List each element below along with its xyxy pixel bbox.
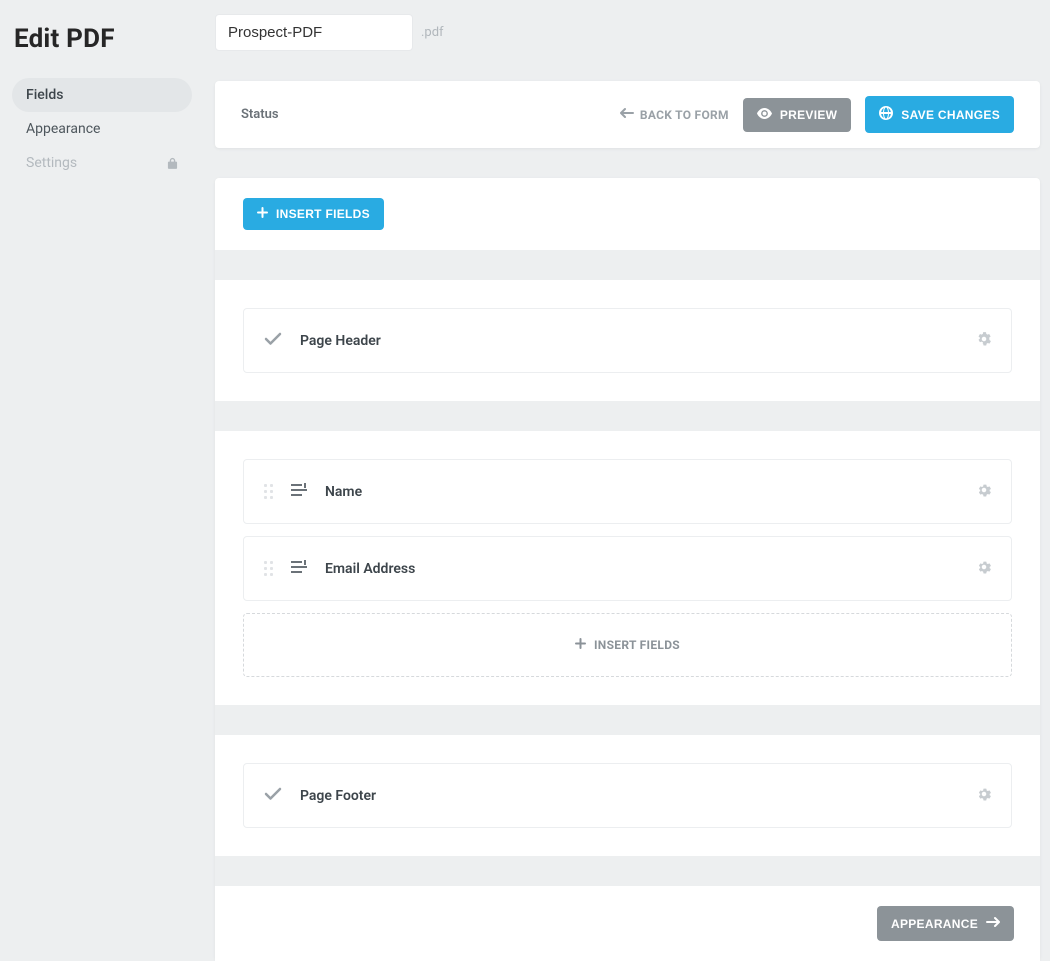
gear-icon[interactable] [977, 786, 991, 805]
insert-fields-top: INSERT FIELDS [215, 178, 1040, 250]
insert-fields-dropzone-label: INSERT FIELDS [594, 638, 680, 652]
back-to-form-link[interactable]: BACK TO FORM [620, 107, 729, 122]
insert-fields-label: INSERT FIELDS [276, 207, 370, 221]
drag-handle-icon[interactable] [264, 561, 273, 576]
page-header-label: Page Header [300, 333, 381, 349]
eye-icon [757, 108, 772, 122]
preview-button[interactable]: PREVIEW [743, 98, 851, 132]
insert-fields-dropzone[interactable]: INSERT FIELDS [243, 613, 1012, 677]
check-icon [264, 786, 282, 805]
sidebar: Edit PDF Fields Appearance Settings [0, 10, 198, 870]
arrow-right-icon [986, 916, 1000, 931]
field-row[interactable]: Email Address [243, 536, 1012, 601]
text-field-icon [291, 482, 307, 501]
back-to-form-label: BACK TO FORM [640, 108, 729, 122]
fields-editor: INSERT FIELDS Page Header [215, 178, 1040, 961]
sidebar-item-settings: Settings [12, 146, 192, 180]
save-changes-button[interactable]: SAVE CHANGES [865, 96, 1014, 133]
field-row[interactable]: Name [243, 459, 1012, 524]
gear-icon[interactable] [977, 482, 991, 501]
next-appearance-button[interactable]: APPEARANCE [877, 906, 1014, 941]
status-bar: Status BACK TO FORM PREVIEW [215, 81, 1040, 148]
field-list-section: Name Email Address [215, 431, 1040, 705]
sidebar-item-fields[interactable]: Fields [12, 78, 192, 112]
sidebar-item-label: Settings [26, 155, 77, 171]
field-label: Email Address [325, 561, 415, 577]
page-header-row[interactable]: Page Header [243, 308, 1012, 373]
page-title: Edit PDF [12, 24, 198, 72]
action-button-group: BACK TO FORM PREVIEW SAVE CHANGES [620, 96, 1014, 133]
page-footer-section: Page Footer [215, 735, 1040, 856]
footer-nav: APPEARANCE [215, 886, 1040, 961]
page-footer-row[interactable]: Page Footer [243, 763, 1012, 828]
sidebar-item-label: Appearance [26, 121, 100, 137]
page-footer-label: Page Footer [300, 788, 376, 804]
gear-icon[interactable] [977, 559, 991, 578]
next-appearance-label: APPEARANCE [891, 917, 978, 931]
file-extension-label: .pdf [421, 25, 444, 40]
filename-row: .pdf [215, 14, 1040, 51]
check-icon [264, 331, 282, 350]
preview-label: PREVIEW [780, 108, 837, 122]
arrow-left-icon [620, 107, 634, 122]
drag-handle-icon[interactable] [264, 484, 273, 499]
side-nav: Fields Appearance Settings [12, 78, 198, 180]
lock-icon [167, 157, 178, 169]
text-field-icon [291, 559, 307, 578]
sidebar-item-label: Fields [26, 87, 63, 103]
field-label: Name [325, 484, 362, 500]
gear-icon[interactable] [977, 331, 991, 350]
plus-icon [257, 207, 268, 221]
filename-input[interactable] [215, 14, 413, 51]
sidebar-item-appearance[interactable]: Appearance [12, 112, 192, 146]
plus-icon [575, 638, 586, 652]
status-label: Status [241, 107, 279, 122]
main-column: .pdf Status BACK TO FORM PREVIEW [198, 10, 1040, 870]
globe-icon [879, 106, 893, 123]
save-changes-label: SAVE CHANGES [901, 108, 1000, 122]
page-header-section: Page Header [215, 280, 1040, 401]
insert-fields-button[interactable]: INSERT FIELDS [243, 198, 384, 230]
